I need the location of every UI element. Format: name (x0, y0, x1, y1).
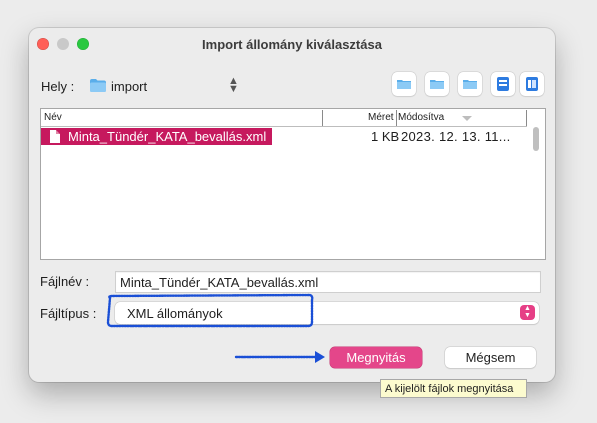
arrow-head-annotation (315, 351, 325, 363)
highlight-box-annotation (106, 293, 314, 328)
annotation-overlay (106, 293, 325, 363)
